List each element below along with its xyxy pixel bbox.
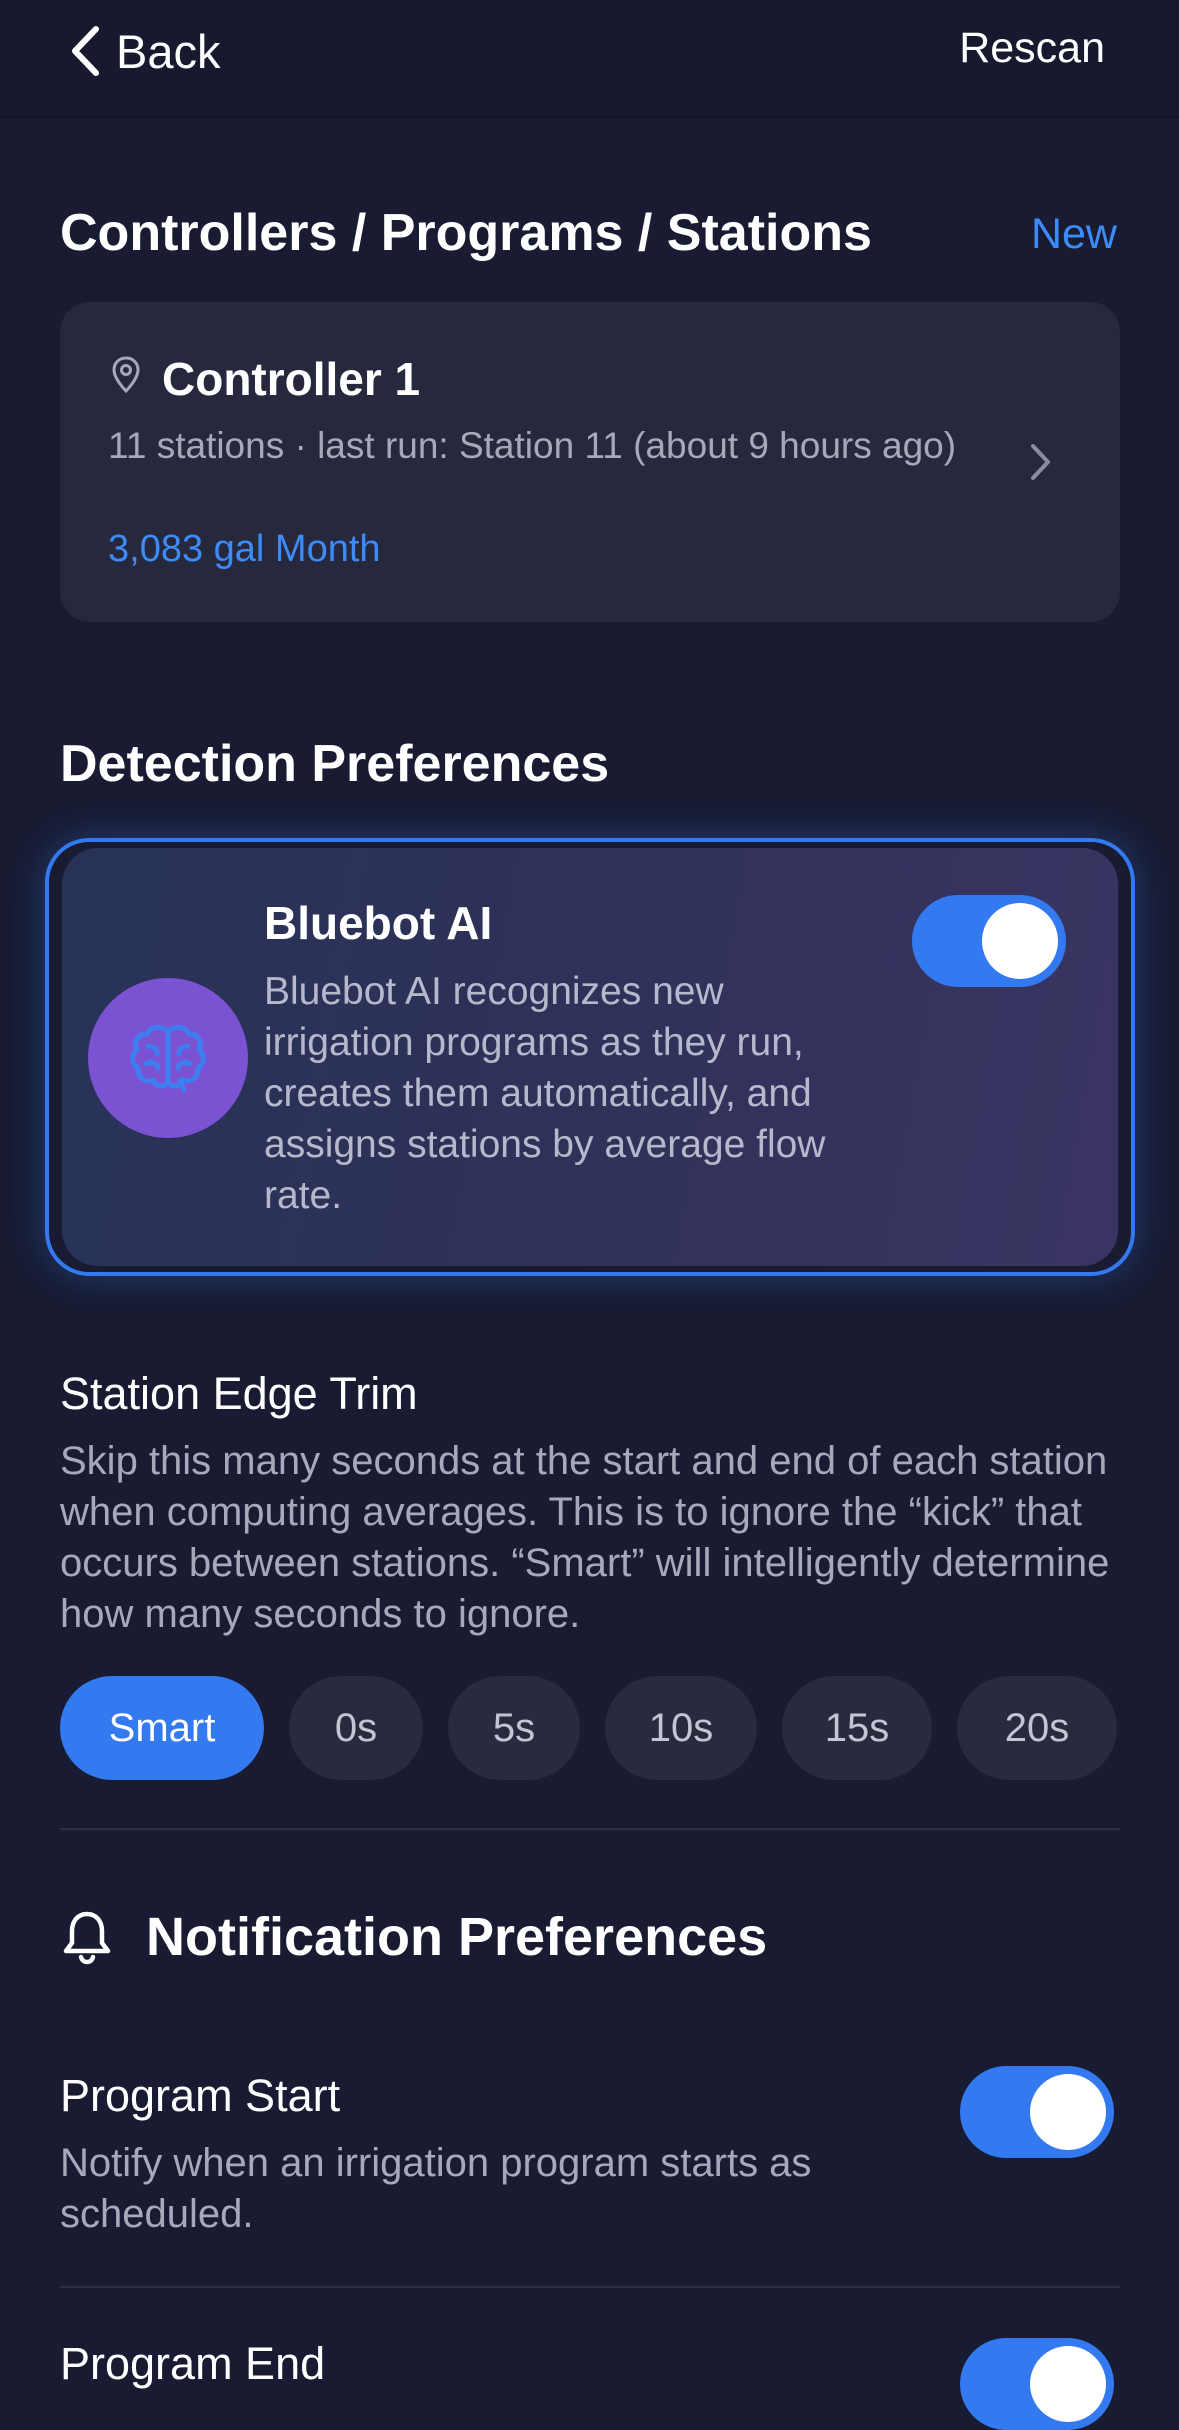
edge-trim-options: Smart 0s 5s 10s 15s 20s: [60, 1676, 1117, 1780]
program-end-title: Program End: [60, 2338, 326, 2389]
program-start-description: Notify when an irrigation program starts…: [60, 2141, 812, 2236]
back-button[interactable]: Back: [70, 18, 221, 84]
program-end-toggle[interactable]: [960, 2338, 1114, 2430]
toggle-knob: [1030, 2346, 1106, 2422]
option-20s[interactable]: 20s: [957, 1676, 1117, 1780]
controller-usage: 3,083 gal Month: [108, 528, 381, 570]
divider: [60, 2286, 1120, 2288]
controller-card[interactable]: Controller 1 11 stations · last run: Sta…: [60, 302, 1120, 622]
divider: [60, 1828, 1120, 1830]
chevron-right-icon: [1031, 444, 1050, 480]
bluebot-ai-toggle[interactable]: [912, 895, 1066, 987]
ai-title: Bluebot AI: [264, 897, 493, 949]
program-start-title: Program Start: [60, 2070, 341, 2121]
option-15s[interactable]: 15s: [782, 1676, 932, 1780]
edge-trim-description: Skip this many seconds at the start and …: [60, 1439, 1110, 1636]
toggle-knob: [982, 903, 1058, 979]
rescan-button[interactable]: Rescan: [959, 24, 1105, 73]
toggle-knob: [1030, 2074, 1106, 2150]
chevron-left-icon: [72, 26, 99, 76]
option-0s[interactable]: 0s: [289, 1676, 423, 1780]
edge-trim-title: Station Edge Trim: [60, 1368, 418, 1419]
top-nav-bar: Back Rescan: [0, 0, 1179, 118]
program-start-toggle[interactable]: [960, 2066, 1114, 2158]
option-smart[interactable]: Smart: [60, 1676, 264, 1780]
ai-avatar: [88, 978, 248, 1138]
option-5s[interactable]: 5s: [448, 1676, 580, 1780]
brain-icon: [130, 1024, 206, 1093]
location-pin-icon: [112, 356, 140, 394]
controller-meta: 11 stations · last run: Station 11 (abou…: [108, 425, 957, 466]
new-button[interactable]: New: [1031, 210, 1117, 259]
ai-description: Bluebot AI recognizes new irrigation pro…: [264, 970, 826, 1217]
notification-section-title: Notification Preferences: [146, 1907, 768, 1967]
controllers-section-title: Controllers / Programs / Stations: [60, 204, 872, 262]
notification-header: Notification Preferences: [60, 1906, 767, 1968]
option-10s[interactable]: 10s: [605, 1676, 757, 1780]
controller-name: Controller 1: [162, 353, 421, 405]
bell-icon: [63, 1911, 111, 1965]
detection-section-title: Detection Preferences: [60, 735, 610, 793]
back-label: Back: [116, 24, 221, 78]
